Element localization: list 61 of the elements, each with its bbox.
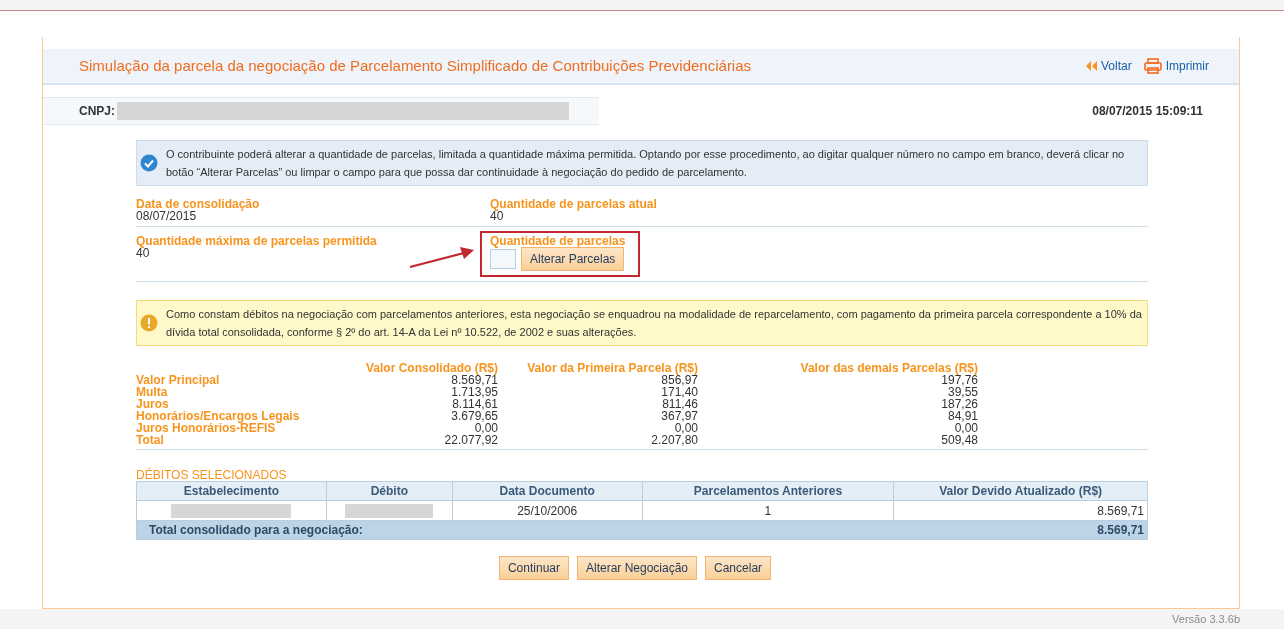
- action-button[interactable]: Continuar: [498, 556, 569, 580]
- column-header: Valor Devido Atualizado (R$): [893, 481, 1148, 501]
- version-label: Versão 3.3.6b: [1172, 611, 1240, 627]
- info-message: O contribuinte poderá alterar a quantidade de parcelas, limitada a quantidade máxima permitida. Optando por esse procedimento, ao digitar qualquer número no campo em branco, deverá clicar no botão “Alterar Parcelas” ou limpar o campo para que possa dar continuidade à negociação do pedido de parcelamento.: [166, 147, 1126, 180]
- amount: 367,97: [660, 410, 698, 422]
- table-cell: 8.569,71: [893, 500, 1148, 521]
- check-icon: [140, 154, 158, 172]
- arrow-icon: [408, 245, 476, 269]
- field-label: Quantidade máxima de parcelas permitida: [136, 235, 377, 247]
- column-header: Estabelecimento: [136, 481, 327, 501]
- table-cell: 25/10/2006: [452, 500, 643, 521]
- amount: 0,00: [674, 422, 698, 434]
- alter-installments-button[interactable]: Alterar Parcelas: [521, 247, 625, 271]
- amount: 0,00: [474, 422, 498, 434]
- column-header: Valor das demais Parcelas (R$): [799, 362, 978, 374]
- amount: 8.114,61: [451, 398, 498, 410]
- column-header: Data Documento: [452, 481, 643, 501]
- action-button[interactable]: Alterar Negociação: [576, 556, 698, 580]
- field-value: 40: [490, 210, 504, 222]
- amount: 22.077,92: [443, 434, 498, 446]
- double-left-arrow-icon: [1086, 61, 1097, 71]
- amount: 0,00: [954, 422, 978, 434]
- row-label: Honorários/Encargos Legais: [136, 410, 301, 422]
- amount: 811,46: [661, 398, 698, 410]
- warning-message: Como constam débitos na negociação com parcelamentos anteriores, esta negociação se enquadrou na modalidade de reparcelamento, com pagamento da primeira parcela correspondente a 10% da dívida total consolidada, conforme § 2º do art. 14-A da Lei nº 10.522, de 2002 e suas alterações.: [166, 307, 1143, 340]
- row-label: Valor Principal: [136, 374, 221, 386]
- field-label: Data de consolidação: [136, 198, 261, 210]
- field-value: 08/07/2015: [136, 210, 197, 222]
- amount: 187,26: [940, 398, 978, 410]
- field-label: Quantidade de parcelas atual: [490, 198, 658, 210]
- amount: 39,55: [947, 386, 978, 398]
- printer-icon: [1143, 58, 1162, 74]
- column-header: Parcelamentos Anteriores: [642, 481, 894, 501]
- section-title: DÉBITOS SELECIONADOS: [136, 469, 288, 481]
- amount: 856,97: [660, 374, 698, 386]
- column-header: Débito: [326, 481, 453, 501]
- row-label: Juros: [136, 398, 170, 410]
- cnpj-label: CNPJ:: [79, 103, 115, 120]
- row-label: Total: [136, 434, 165, 446]
- column-header: Valor Consolidado (R$): [365, 362, 498, 374]
- amount: 84,91: [947, 410, 978, 422]
- installments-input[interactable]: [490, 249, 516, 269]
- amount: 1.713,95: [450, 386, 498, 398]
- table-cell: 1: [642, 500, 894, 521]
- field-value: 40: [136, 247, 150, 259]
- amount: 509,48: [940, 434, 978, 446]
- warning-icon: [140, 314, 158, 332]
- row-label: Juros Honorários-REFIS: [136, 422, 276, 434]
- field-label: Quantidade de parcelas: [490, 235, 627, 247]
- timestamp: 08/07/2015 15:09:11: [1092, 103, 1203, 120]
- back-link[interactable]: Voltar: [1086, 57, 1132, 75]
- amount: 8.569,71: [450, 374, 498, 386]
- page-title: Simulação da parcela da negociação de Parcelamento Simplificado de Contribuições Previdenciárias: [79, 55, 752, 76]
- print-link[interactable]: Imprimir: [1143, 57, 1209, 75]
- amount: 197,76: [940, 374, 978, 386]
- row-label: Multa: [136, 386, 169, 398]
- amount: 3.679,65: [450, 410, 498, 422]
- action-button[interactable]: Cancelar: [705, 556, 772, 580]
- column-header: Valor da Primeira Parcela (R$): [526, 362, 698, 374]
- amount: 171,40: [660, 386, 698, 398]
- amount: 2.207,80: [650, 434, 698, 446]
